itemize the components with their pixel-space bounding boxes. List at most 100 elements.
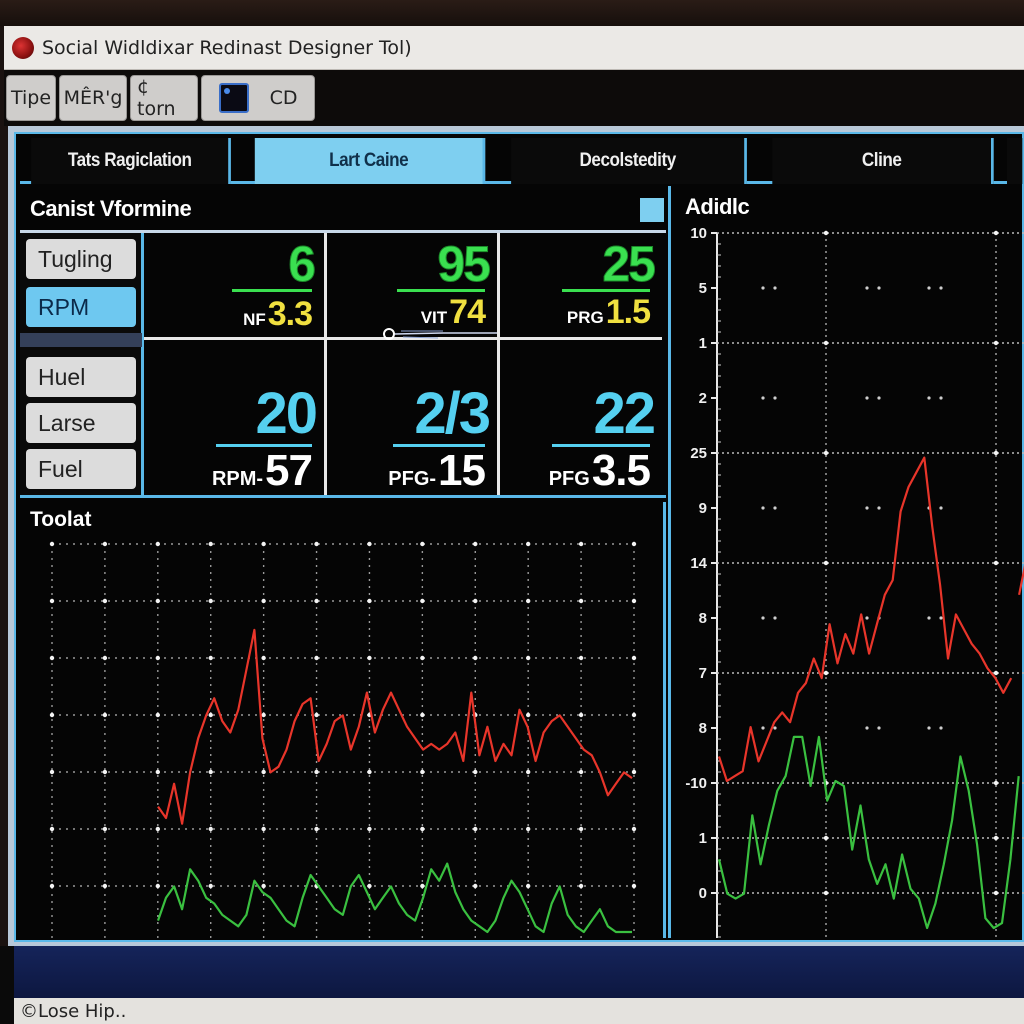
grid-node — [993, 230, 999, 236]
gauge-sub: PRG 1.5 — [567, 293, 651, 332]
gauge-label: VIT — [420, 308, 448, 327]
grid-dot — [927, 726, 931, 730]
grid-dot — [927, 396, 931, 400]
grid-node — [261, 883, 266, 889]
gauge-secondary-value: 15 — [438, 446, 486, 495]
monitor-bezel — [0, 0, 1024, 26]
grid-dot — [773, 616, 777, 620]
side-button-larse[interactable]: Larse — [26, 403, 136, 443]
grid-node — [208, 826, 213, 832]
grid-dot — [761, 506, 765, 510]
grid-node — [578, 826, 584, 832]
side-button-huel[interactable]: Huel — [26, 357, 136, 397]
left-panel: Canist Vformine Tugling RPM Huel Larse F… — [20, 186, 666, 938]
gauge-primary-value: 22 — [593, 381, 655, 446]
gauge-underline — [232, 289, 312, 292]
grid-node — [49, 826, 55, 832]
gauge-secondary-value: 3.5 — [591, 446, 651, 495]
grid-node — [525, 883, 531, 889]
grid-node — [208, 769, 213, 775]
grid-node — [420, 598, 425, 604]
grid-node — [102, 598, 108, 604]
series-line-red-continued — [1018, 564, 1024, 596]
grid-dot — [761, 726, 765, 730]
grid-node — [631, 769, 637, 775]
grid-node — [578, 712, 584, 718]
grid-node — [261, 598, 266, 604]
toolat-chart — [49, 541, 637, 938]
grid-node — [261, 826, 266, 832]
grid-node — [367, 655, 372, 661]
grid-node — [155, 598, 161, 604]
toolbar-button-tipe[interactable]: Tipe — [6, 75, 56, 121]
grid-node — [578, 598, 584, 604]
gauge-pfg-b: 22 PFG 3.5 — [500, 340, 662, 495]
grid-node — [993, 450, 999, 456]
toolbar-button-cd[interactable]: CD — [201, 75, 315, 121]
gauge-label: PFG — [548, 468, 590, 490]
grid-node — [49, 541, 55, 547]
gauge-primary-value: 2/3 — [414, 381, 491, 446]
grid-node — [261, 712, 266, 718]
grid-node — [525, 598, 531, 604]
toolbar-button-mers[interactable]: MÊR'g — [59, 75, 127, 121]
grid-node — [102, 826, 108, 832]
tab-bar: Tats Ragiclation Lart Caine Decolstedity… — [20, 138, 1024, 184]
grid-node — [314, 826, 319, 832]
gauge-prg: 25 PRG 1.5 — [500, 233, 662, 337]
side-button-fuel[interactable]: Fuel — [26, 449, 136, 489]
side-separator — [20, 333, 142, 347]
grid-dot — [773, 506, 777, 510]
grid-node — [473, 883, 478, 889]
gauge-area: Tugling RPM Huel Larse Fuel 6 NF 3.3 95 … — [20, 230, 666, 498]
y-tick-label: -10 — [685, 775, 707, 792]
toolat-chart-panel: Toolat — [20, 502, 666, 938]
tab-overflow[interactable] — [1007, 138, 1024, 184]
gauge-secondary-value: 1.5 — [605, 293, 651, 331]
cd-monitor-icon — [218, 83, 249, 113]
grid-node — [473, 655, 478, 661]
grid-node — [155, 712, 161, 718]
series-line-green — [717, 735, 1020, 930]
grid-node — [420, 541, 425, 547]
y-tick-label: 1 — [699, 335, 707, 352]
grid-node — [261, 769, 266, 775]
grid-dot — [865, 616, 869, 620]
grid-node — [420, 712, 425, 718]
side-button-rpm[interactable]: RPM — [26, 287, 136, 327]
grid-dot — [773, 726, 777, 730]
y-tick-label: 5 — [699, 280, 707, 297]
grid-node — [208, 655, 213, 661]
grid-dot — [761, 286, 765, 290]
side-button-tugling[interactable]: Tugling — [26, 239, 136, 279]
tab-tats-ragiclation[interactable]: Tats Ragiclation — [31, 138, 231, 184]
tab-lart-caine[interactable]: Lart Caine — [254, 138, 486, 184]
y-tick-label: 2 — [699, 390, 707, 407]
grid-dot — [877, 396, 881, 400]
grid-node — [993, 670, 999, 676]
grid-node — [367, 769, 372, 775]
grid-node — [631, 712, 637, 718]
dashboard-frame: Tats Ragiclation Lart Caine Decolstedity… — [8, 126, 1024, 946]
toolbar-button-torn[interactable]: ¢ torn — [130, 75, 198, 121]
gauge-label: RPM- — [211, 468, 264, 490]
grid-node — [631, 826, 637, 832]
tab-decolstedity[interactable]: Decolstedity — [511, 138, 747, 184]
grid-node — [155, 655, 161, 661]
gauge-nf: 6 NF 3.3 — [147, 233, 324, 337]
grid-node — [155, 541, 161, 547]
title-bar: Social Widldixar Redinast Designer Tol) — [4, 26, 1024, 70]
grid-node — [420, 883, 425, 889]
y-tick-label: 0 — [699, 885, 707, 902]
grid-node — [102, 769, 108, 775]
gauge-primary-value: 6 — [288, 236, 317, 293]
y-tick-label: 1 — [699, 830, 707, 847]
grid-node — [314, 769, 319, 775]
gauge-pfg-a: 2/3 PFG- 15 — [327, 340, 497, 495]
grid-dot — [773, 286, 777, 290]
panel-indicator[interactable] — [640, 198, 664, 222]
grid-node — [155, 883, 161, 889]
tab-cline[interactable]: Cline — [772, 138, 994, 184]
grid-node — [102, 541, 108, 547]
grid-node — [473, 769, 478, 775]
